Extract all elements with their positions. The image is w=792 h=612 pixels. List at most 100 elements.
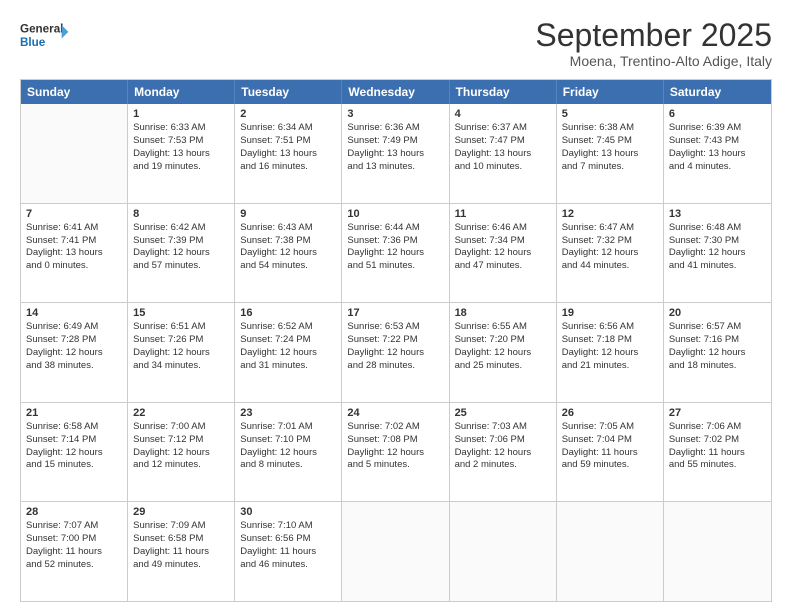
- cell-line1: Sunrise: 6:34 AM: [240, 122, 336, 135]
- header-day-saturday: Saturday: [664, 80, 771, 104]
- cell-line4: and 34 minutes.: [133, 360, 229, 373]
- day-number: 4: [455, 108, 551, 120]
- cell-line4: and 13 minutes.: [347, 161, 443, 174]
- cell-line4: and 2 minutes.: [455, 459, 551, 472]
- cell-line1: Sunrise: 6:53 AM: [347, 321, 443, 334]
- cell-line2: Sunset: 7:43 PM: [669, 135, 766, 148]
- header: General Blue September 2025 Moena, Trent…: [20, 18, 772, 69]
- calendar-cell-3-0: 21Sunrise: 6:58 AMSunset: 7:14 PMDayligh…: [21, 403, 128, 502]
- header-day-thursday: Thursday: [450, 80, 557, 104]
- cell-line4: and 10 minutes.: [455, 161, 551, 174]
- cell-line4: and 5 minutes.: [347, 459, 443, 472]
- cell-line1: Sunrise: 6:47 AM: [562, 222, 658, 235]
- subtitle: Moena, Trentino-Alto Adige, Italy: [535, 53, 772, 69]
- cell-line1: Sunrise: 6:36 AM: [347, 122, 443, 135]
- cell-line2: Sunset: 7:38 PM: [240, 235, 336, 248]
- cell-line3: Daylight: 12 hours: [26, 447, 122, 460]
- cell-line2: Sunset: 7:49 PM: [347, 135, 443, 148]
- cell-line2: Sunset: 7:26 PM: [133, 334, 229, 347]
- cell-line4: and 46 minutes.: [240, 559, 336, 572]
- cell-line2: Sunset: 7:22 PM: [347, 334, 443, 347]
- day-number: 2: [240, 108, 336, 120]
- calendar-cell-0-4: 4Sunrise: 6:37 AMSunset: 7:47 PMDaylight…: [450, 104, 557, 203]
- cell-line4: and 57 minutes.: [133, 260, 229, 273]
- cell-line1: Sunrise: 7:10 AM: [240, 520, 336, 533]
- header-day-monday: Monday: [128, 80, 235, 104]
- day-number: 19: [562, 307, 658, 319]
- calendar-cell-4-3: [342, 502, 449, 601]
- calendar-cell-2-5: 19Sunrise: 6:56 AMSunset: 7:18 PMDayligh…: [557, 303, 664, 402]
- calendar-cell-3-3: 24Sunrise: 7:02 AMSunset: 7:08 PMDayligh…: [342, 403, 449, 502]
- cell-line3: Daylight: 12 hours: [240, 347, 336, 360]
- cell-line2: Sunset: 7:47 PM: [455, 135, 551, 148]
- cell-line3: Daylight: 13 hours: [133, 148, 229, 161]
- cell-line4: and 51 minutes.: [347, 260, 443, 273]
- cell-line1: Sunrise: 7:07 AM: [26, 520, 122, 533]
- cell-line1: Sunrise: 6:49 AM: [26, 321, 122, 334]
- cell-line3: Daylight: 12 hours: [347, 447, 443, 460]
- cell-line1: Sunrise: 6:56 AM: [562, 321, 658, 334]
- calendar-cell-2-4: 18Sunrise: 6:55 AMSunset: 7:20 PMDayligh…: [450, 303, 557, 402]
- cell-line3: Daylight: 12 hours: [455, 247, 551, 260]
- day-number: 22: [133, 407, 229, 419]
- calendar-cell-4-4: [450, 502, 557, 601]
- calendar-cell-3-6: 27Sunrise: 7:06 AMSunset: 7:02 PMDayligh…: [664, 403, 771, 502]
- cell-line4: and 4 minutes.: [669, 161, 766, 174]
- day-number: 16: [240, 307, 336, 319]
- cell-line1: Sunrise: 7:09 AM: [133, 520, 229, 533]
- cell-line3: Daylight: 12 hours: [347, 247, 443, 260]
- cell-line2: Sunset: 7:45 PM: [562, 135, 658, 148]
- cell-line3: Daylight: 11 hours: [669, 447, 766, 460]
- cell-line2: Sunset: 7:10 PM: [240, 434, 336, 447]
- calendar-cell-1-3: 10Sunrise: 6:44 AMSunset: 7:36 PMDayligh…: [342, 204, 449, 303]
- calendar-cell-0-6: 6Sunrise: 6:39 AMSunset: 7:43 PMDaylight…: [664, 104, 771, 203]
- cell-line4: and 16 minutes.: [240, 161, 336, 174]
- cell-line2: Sunset: 7:39 PM: [133, 235, 229, 248]
- cell-line2: Sunset: 7:53 PM: [133, 135, 229, 148]
- cell-line4: and 0 minutes.: [26, 260, 122, 273]
- cell-line3: Daylight: 11 hours: [562, 447, 658, 460]
- cell-line1: Sunrise: 6:58 AM: [26, 421, 122, 434]
- cell-line4: and 21 minutes.: [562, 360, 658, 373]
- cell-line2: Sunset: 7:41 PM: [26, 235, 122, 248]
- calendar-cell-3-5: 26Sunrise: 7:05 AMSunset: 7:04 PMDayligh…: [557, 403, 664, 502]
- cell-line3: Daylight: 12 hours: [347, 347, 443, 360]
- main-title: September 2025: [535, 18, 772, 53]
- calendar-row-0: 1Sunrise: 6:33 AMSunset: 7:53 PMDaylight…: [21, 104, 771, 204]
- day-number: 7: [26, 208, 122, 220]
- cell-line1: Sunrise: 6:55 AM: [455, 321, 551, 334]
- calendar-body: 1Sunrise: 6:33 AMSunset: 7:53 PMDaylight…: [21, 104, 771, 601]
- cell-line2: Sunset: 7:32 PM: [562, 235, 658, 248]
- day-number: 29: [133, 506, 229, 518]
- calendar: SundayMondayTuesdayWednesdayThursdayFrid…: [20, 79, 772, 602]
- calendar-row-4: 28Sunrise: 7:07 AMSunset: 7:00 PMDayligh…: [21, 502, 771, 601]
- cell-line3: Daylight: 11 hours: [133, 546, 229, 559]
- cell-line3: Daylight: 12 hours: [455, 447, 551, 460]
- page: General Blue September 2025 Moena, Trent…: [0, 0, 792, 612]
- logo-svg: General Blue: [20, 18, 70, 54]
- cell-line4: and 41 minutes.: [669, 260, 766, 273]
- header-day-tuesday: Tuesday: [235, 80, 342, 104]
- calendar-cell-0-5: 5Sunrise: 6:38 AMSunset: 7:45 PMDaylight…: [557, 104, 664, 203]
- cell-line3: Daylight: 12 hours: [240, 247, 336, 260]
- day-number: 8: [133, 208, 229, 220]
- cell-line1: Sunrise: 6:42 AM: [133, 222, 229, 235]
- calendar-cell-1-0: 7Sunrise: 6:41 AMSunset: 7:41 PMDaylight…: [21, 204, 128, 303]
- cell-line4: and 49 minutes.: [133, 559, 229, 572]
- cell-line2: Sunset: 7:14 PM: [26, 434, 122, 447]
- cell-line3: Daylight: 12 hours: [240, 447, 336, 460]
- cell-line3: Daylight: 13 hours: [562, 148, 658, 161]
- cell-line1: Sunrise: 6:57 AM: [669, 321, 766, 334]
- cell-line3: Daylight: 12 hours: [26, 347, 122, 360]
- header-day-sunday: Sunday: [21, 80, 128, 104]
- day-number: 12: [562, 208, 658, 220]
- cell-line2: Sunset: 7:16 PM: [669, 334, 766, 347]
- day-number: 17: [347, 307, 443, 319]
- cell-line3: Daylight: 11 hours: [26, 546, 122, 559]
- cell-line4: and 12 minutes.: [133, 459, 229, 472]
- calendar-cell-2-0: 14Sunrise: 6:49 AMSunset: 7:28 PMDayligh…: [21, 303, 128, 402]
- day-number: 6: [669, 108, 766, 120]
- cell-line4: and 18 minutes.: [669, 360, 766, 373]
- cell-line2: Sunset: 7:12 PM: [133, 434, 229, 447]
- cell-line3: Daylight: 13 hours: [669, 148, 766, 161]
